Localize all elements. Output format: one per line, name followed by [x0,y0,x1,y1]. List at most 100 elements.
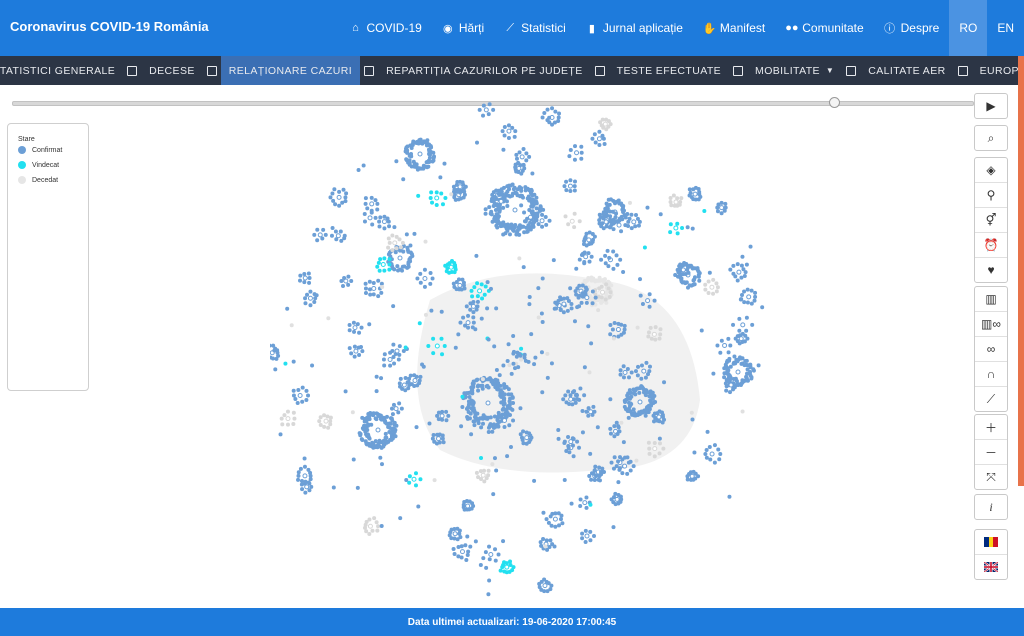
case-node[interactable] [352,354,357,359]
case-node[interactable] [506,123,511,128]
case-node[interactable] [619,322,624,327]
case-node[interactable] [634,458,639,463]
case-node[interactable] [471,299,476,304]
nav-covid[interactable]: ⌂ COVID-19 [339,0,431,56]
case-node[interactable] [304,484,310,490]
case-node[interactable] [607,294,612,299]
case-node[interactable] [568,396,574,402]
case-node[interactable] [652,440,657,445]
case-node[interactable] [501,205,506,210]
case-node[interactable] [310,363,315,368]
case-node[interactable] [397,401,402,406]
case-node[interactable] [331,198,336,203]
case-node[interactable] [298,278,303,283]
case-network-graph[interactable] [270,100,810,610]
case-node[interactable] [620,457,625,462]
case-node[interactable] [751,368,756,373]
case-node[interactable] [540,276,545,281]
case-node[interactable] [467,395,472,400]
case-node[interactable] [487,102,492,107]
case-node[interactable] [295,401,300,406]
case-node[interactable] [460,405,465,410]
case-node[interactable] [718,350,723,355]
case-node[interactable] [743,333,748,338]
case-node[interactable] [572,157,577,162]
case-node[interactable] [486,425,491,430]
case-node[interactable] [308,289,313,294]
case-node[interactable] [618,372,623,377]
case-node[interactable] [285,409,290,414]
case-node[interactable] [352,344,357,349]
case-node[interactable] [431,351,436,356]
case-node[interactable] [618,494,623,499]
case-node[interactable] [703,282,708,287]
case-node[interactable] [381,219,387,225]
case-node[interactable] [608,217,613,222]
case-node[interactable] [302,271,307,276]
case-node[interactable] [342,275,347,280]
tab-decese[interactable]: DECESE [141,56,203,85]
case-node[interactable] [397,352,402,357]
case-node[interactable] [622,323,627,328]
case-node[interactable] [408,243,413,248]
case-node[interactable] [519,435,524,440]
case-node[interactable] [629,226,634,231]
case-node[interactable] [626,415,631,420]
case-node[interactable] [403,345,408,350]
case-node[interactable] [708,457,713,462]
case-node[interactable] [579,156,584,161]
case-node[interactable] [697,271,702,276]
case-node[interactable] [272,348,277,353]
case-node[interactable] [697,278,702,283]
case-node[interactable] [560,521,565,526]
case-node[interactable] [614,420,619,425]
case-node[interactable] [498,568,503,573]
case-node[interactable] [737,316,742,321]
case-node[interactable] [608,332,613,337]
case-node[interactable] [347,328,352,333]
case-node[interactable] [707,445,712,450]
case-node[interactable] [633,392,638,397]
case-node[interactable] [296,477,301,482]
case-node[interactable] [475,140,480,145]
case-node[interactable] [568,178,573,183]
case-node[interactable] [566,389,571,394]
case-node[interactable] [300,487,305,492]
case-node[interactable] [593,464,598,469]
case-node[interactable] [704,448,709,453]
case-node[interactable] [611,266,616,271]
case-node[interactable] [356,168,361,173]
case-node[interactable] [572,319,577,324]
case-node[interactable] [519,346,524,351]
case-node[interactable] [618,257,623,262]
case-node[interactable] [592,468,597,473]
case-node[interactable] [413,471,418,476]
case-node[interactable] [505,203,510,208]
case-node[interactable] [658,332,663,337]
case-node[interactable] [568,189,573,194]
case-node[interactable] [731,263,736,268]
case-node[interactable] [501,193,506,198]
case-node[interactable] [584,533,590,539]
case-node[interactable] [452,551,457,556]
case-node[interactable] [534,213,539,218]
minus-icon[interactable]: － [975,440,1007,465]
case-node[interactable] [303,490,308,495]
case-node[interactable] [500,129,505,134]
case-node[interactable] [391,355,396,360]
case-node[interactable] [615,262,620,267]
case-node[interactable] [512,207,518,213]
case-node[interactable] [545,375,550,380]
case-node[interactable] [652,454,657,459]
case-node[interactable] [479,425,484,430]
case-node[interactable] [530,197,535,202]
case-node[interactable] [568,439,574,445]
tab-europa[interactable]: EUROPA [972,56,1024,85]
case-node[interactable] [274,356,279,361]
case-node[interactable] [728,376,733,381]
case-node[interactable] [644,360,649,365]
case-node[interactable] [685,225,690,230]
case-node[interactable] [387,357,393,363]
case-node[interactable] [471,315,476,320]
case-node[interactable] [489,209,494,214]
